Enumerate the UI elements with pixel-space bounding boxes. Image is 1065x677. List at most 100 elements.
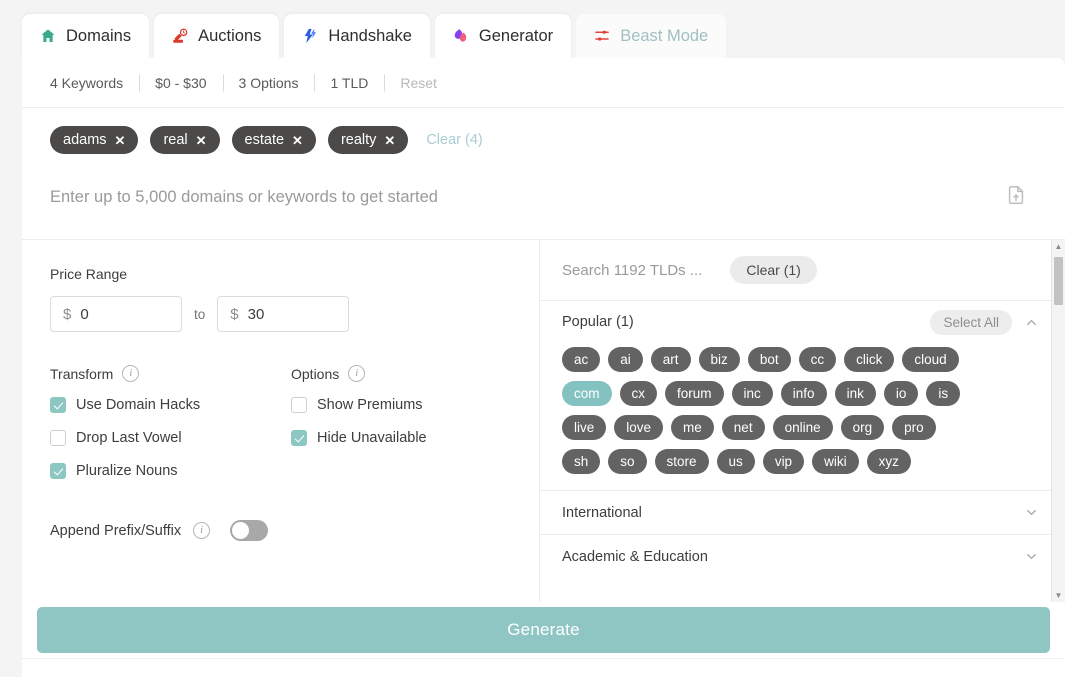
tld-pill-io[interactable]: io xyxy=(884,381,919,406)
tld-pill-cx[interactable]: cx xyxy=(620,381,658,406)
tld-search-input[interactable]: Search 1192 TLDs ... xyxy=(562,262,702,279)
filter-options-count[interactable]: 3 Options xyxy=(223,75,315,91)
checkbox-use-domain-hacks[interactable]: Use Domain Hacks xyxy=(50,397,291,413)
remove-keyword-icon[interactable]: ✕ xyxy=(115,134,126,147)
checkbox-box[interactable] xyxy=(50,430,66,446)
tld-pill-store[interactable]: store xyxy=(655,449,709,474)
tld-pill-so[interactable]: so xyxy=(608,449,646,474)
keyword-pill-realty[interactable]: realty ✕ xyxy=(328,126,408,154)
info-icon[interactable]: i xyxy=(193,522,210,539)
checkbox-show-premiums[interactable]: Show Premiums xyxy=(291,397,427,413)
keyword-pill-estate[interactable]: estate ✕ xyxy=(232,126,316,154)
tld-selection-pane: Search 1192 TLDs ... Clear (1) Popular (… xyxy=(540,240,1065,602)
checkbox-pluralize-nouns[interactable]: Pluralize Nouns xyxy=(50,463,291,479)
keyword-pill-adams[interactable]: adams ✕ xyxy=(50,126,138,154)
remove-keyword-icon[interactable]: ✕ xyxy=(196,134,207,147)
tab-handshake[interactable]: Handshake xyxy=(284,14,429,58)
checkbox-box[interactable] xyxy=(50,397,66,413)
tld-pill-wiki[interactable]: wiki xyxy=(812,449,859,474)
tab-auctions[interactable]: Auctions xyxy=(154,14,279,58)
remove-keyword-icon[interactable]: ✕ xyxy=(292,134,303,147)
tab-label: Generator xyxy=(479,27,553,46)
keyword-pill-list: adams ✕ real ✕ estate ✕ realty ✕ Clear (… xyxy=(50,126,1037,154)
tld-pill-biz[interactable]: biz xyxy=(699,347,740,372)
chevron-down-icon[interactable] xyxy=(1024,505,1039,520)
filter-price-range[interactable]: $0 - $30 xyxy=(139,75,222,91)
tld-pill-vip[interactable]: vip xyxy=(763,449,804,474)
scroll-down-arrow-icon[interactable]: ▼ xyxy=(1052,589,1065,602)
scrollbar-thumb[interactable] xyxy=(1054,257,1063,305)
tab-beast-mode[interactable]: Beast Mode xyxy=(576,14,726,58)
tld-vertical-scrollbar[interactable]: ▲ ▼ xyxy=(1051,240,1065,602)
price-max-input[interactable]: $ 30 xyxy=(217,296,349,332)
tld-pill-ink[interactable]: ink xyxy=(835,381,876,406)
chevron-up-icon[interactable] xyxy=(1024,315,1039,330)
keyword-label: adams xyxy=(63,132,107,148)
filter-summary-bar: 4 Keywords $0 - $30 3 Options 1 TLD Rese… xyxy=(22,58,1065,108)
tld-pill-online[interactable]: online xyxy=(773,415,833,440)
info-icon[interactable]: i xyxy=(348,365,365,382)
tld-pill-sh[interactable]: sh xyxy=(562,449,600,474)
sliders-icon xyxy=(592,27,611,46)
tld-pill-ac[interactable]: ac xyxy=(562,347,600,372)
checkbox-drop-last-vowel[interactable]: Drop Last Vowel xyxy=(50,430,291,446)
tld-pill-net[interactable]: net xyxy=(722,415,765,440)
tab-label: Domains xyxy=(66,27,131,46)
tld-group-actions: Select All xyxy=(930,310,1039,335)
checkbox-box[interactable] xyxy=(50,463,66,479)
info-icon[interactable]: i xyxy=(122,365,139,382)
tld-pill-com[interactable]: com xyxy=(562,381,612,406)
scrollbar-track[interactable] xyxy=(1052,253,1065,589)
tld-pill-ai[interactable]: ai xyxy=(608,347,643,372)
tld-pill-bot[interactable]: bot xyxy=(748,347,791,372)
filter-tld-count[interactable]: 1 TLD xyxy=(314,75,384,91)
generate-button[interactable]: Generate xyxy=(37,607,1050,653)
tld-pill-cc[interactable]: cc xyxy=(799,347,837,372)
checkbox-box[interactable] xyxy=(291,430,307,446)
tld-group-title: Popular (1) xyxy=(562,314,634,330)
tld-pill-love[interactable]: love xyxy=(614,415,663,440)
tld-pill-pro[interactable]: pro xyxy=(892,415,936,440)
tld-pill-click[interactable]: click xyxy=(844,347,894,372)
tld-pill-grid: ac ai art biz bot cc click cloud com cx … xyxy=(540,343,990,490)
tld-pill-me[interactable]: me xyxy=(671,415,714,440)
tld-group-scroll-area[interactable]: Popular (1) Select All ac ai art biz xyxy=(540,301,1051,602)
tab-domains[interactable]: Domains xyxy=(22,14,149,58)
file-upload-icon[interactable] xyxy=(1005,184,1037,211)
tld-pill-live[interactable]: live xyxy=(562,415,606,440)
tab-generator[interactable]: Generator xyxy=(435,14,571,58)
tld-group-popular-header[interactable]: Popular (1) Select All xyxy=(540,301,1051,343)
remove-keyword-icon[interactable]: ✕ xyxy=(384,134,395,147)
tld-pill-org[interactable]: org xyxy=(841,415,885,440)
chevron-down-icon[interactable] xyxy=(1024,549,1039,564)
clear-tlds-button[interactable]: Clear (1) xyxy=(730,256,816,284)
tld-pill-inc[interactable]: inc xyxy=(732,381,773,406)
tld-pill-forum[interactable]: forum xyxy=(665,381,724,406)
filter-keywords-count[interactable]: 4 Keywords xyxy=(34,75,139,91)
append-prefix-suffix-toggle[interactable] xyxy=(230,520,268,541)
clear-keywords-button[interactable]: Clear (4) xyxy=(426,132,482,148)
currency-symbol: $ xyxy=(230,306,238,323)
price-range-row: $ 0 to $ 30 xyxy=(50,296,511,332)
beast-mode-panel: 4 Keywords $0 - $30 3 Options 1 TLD Rese… xyxy=(22,58,1065,658)
checkbox-hide-unavailable[interactable]: Hide Unavailable xyxy=(291,430,427,446)
tld-pill-info[interactable]: info xyxy=(781,381,827,406)
scroll-up-arrow-icon[interactable]: ▲ xyxy=(1052,240,1065,253)
tld-pill-cloud[interactable]: cloud xyxy=(902,347,958,372)
left-settings-pane: Price Range $ 0 to $ 30 Transf xyxy=(22,240,540,602)
domain-input-placeholder[interactable]: Enter up to 5,000 domains or keywords to… xyxy=(50,188,438,207)
keyword-pill-real[interactable]: real ✕ xyxy=(150,126,219,154)
select-all-button[interactable]: Select All xyxy=(930,310,1012,335)
reset-button[interactable]: Reset xyxy=(384,75,453,91)
transform-header: Transform i xyxy=(50,365,291,382)
tld-pill-art[interactable]: art xyxy=(651,347,691,372)
tld-group-international[interactable]: International xyxy=(540,490,1051,534)
tld-pill-xyz[interactable]: xyz xyxy=(867,449,911,474)
transform-column: Transform i Use Domain Hacks Drop Last V… xyxy=(50,365,291,496)
checkbox-box[interactable] xyxy=(291,397,307,413)
tld-group-title: Academic & Education xyxy=(562,549,708,565)
tld-group-academic-education[interactable]: Academic & Education xyxy=(540,534,1051,578)
tld-pill-us[interactable]: us xyxy=(717,449,755,474)
price-min-input[interactable]: $ 0 xyxy=(50,296,182,332)
tld-pill-is[interactable]: is xyxy=(926,381,960,406)
